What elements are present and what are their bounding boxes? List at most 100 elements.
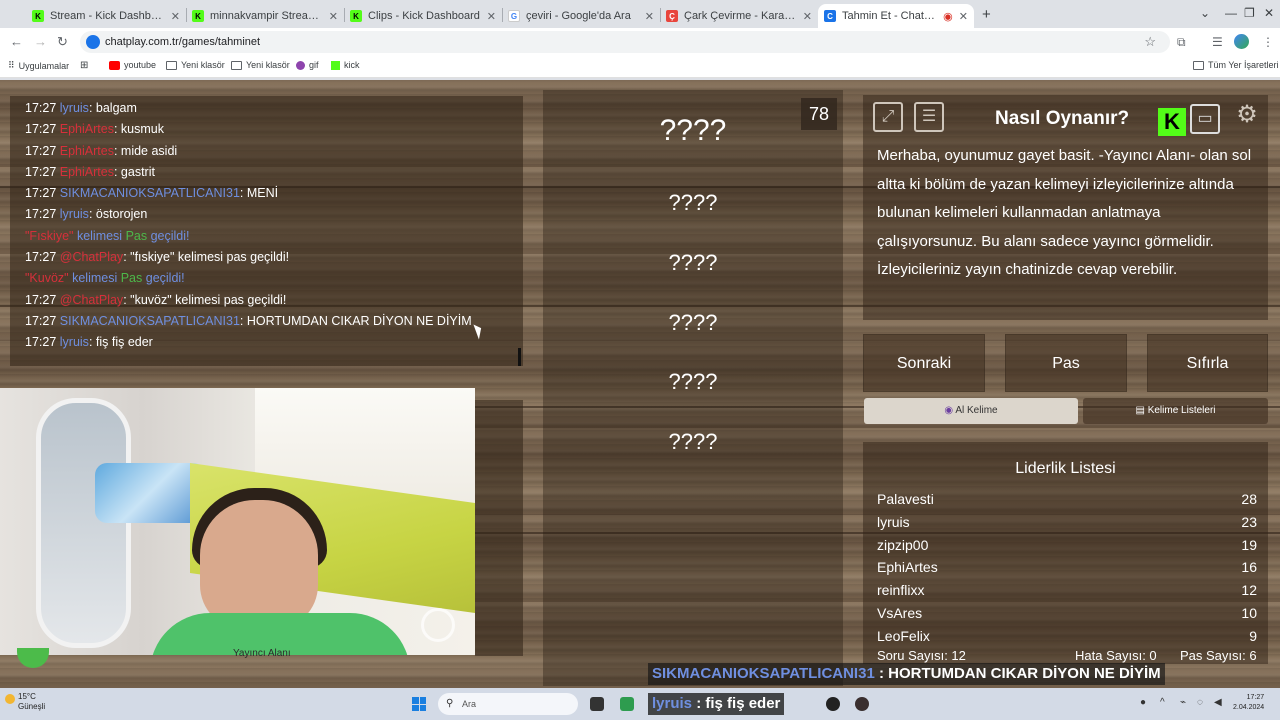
chat-text: : östorojen (88, 207, 148, 222)
profile-avatar[interactable] (1234, 34, 1249, 49)
system-text: geçildi! (147, 228, 190, 243)
system-clock[interactable]: 17:27 2.04.2024 (1233, 693, 1264, 713)
close-tab-icon[interactable]: ✕ (171, 10, 180, 23)
folder-bookmark-2[interactable]: Yeni klasör (231, 60, 290, 70)
menu-icon[interactable]: ⋮ (1262, 35, 1274, 49)
taskbar-chat-overlay: lyruis : fiş fiş eder (648, 693, 785, 715)
fullscreen-icon[interactable]: ⤢ (873, 102, 903, 132)
chat-username[interactable]: @ChatPlay (60, 250, 123, 264)
close-tab-icon[interactable]: ✕ (645, 10, 654, 23)
tab-title: Stream - Kick Dashboard (50, 10, 165, 22)
close-tab-icon[interactable]: ✕ (959, 10, 968, 23)
kick-bookmark[interactable]: kick (331, 60, 360, 70)
chat-username[interactable]: lyruis (60, 101, 89, 115)
chat-username[interactable]: lyruis (60, 207, 89, 221)
tray-chevron-icon[interactable]: ^ (1160, 697, 1165, 708)
gif-bookmark[interactable]: gif (296, 60, 319, 70)
wheel-favicon-icon: Ç (666, 10, 678, 22)
next-button[interactable]: Sonraki (863, 334, 985, 392)
pass-count: Pas Sayısı: 6 (1180, 648, 1257, 663)
word-lists-button[interactable]: ▤ Kelime Listeleri (1083, 398, 1268, 424)
folder-bookmark-1[interactable]: Yeni klasör (166, 60, 225, 70)
tab-kick-stream[interactable]: K minnakvampir Stream - Watch ✕ (186, 4, 344, 28)
windows-taskbar: 15°C Güneşli ⚲ Ara lyruis : fiş fiş eder… (0, 688, 1280, 720)
gif-icon (296, 60, 305, 70)
tab-google-search[interactable]: G çeviri - Google'da Ara ✕ (502, 4, 660, 28)
settings-gear-icon[interactable]: ⚙ (1232, 102, 1262, 132)
media-icon[interactable] (855, 697, 869, 711)
tab-search-icon[interactable]: ⌄ (1200, 6, 1210, 20)
back-icon[interactable]: ← (10, 34, 23, 49)
webcam-watermark-icon (421, 608, 455, 642)
clock-date: 2.04.2024 (1233, 704, 1265, 711)
restore-icon[interactable]: ❐ (1244, 6, 1255, 20)
url-field[interactable]: chatplay.com.tr/games/tahminet ☆ (80, 31, 1170, 53)
weather-sun-icon (5, 694, 15, 704)
tab-kick-dashboard[interactable]: K Stream - Kick Dashboard ✕ (26, 4, 186, 28)
reset-button[interactable]: Sıfırla (1147, 334, 1268, 392)
chat-username[interactable]: SIKMACANIOKSAPATLICANI31 (60, 186, 240, 200)
chat-username[interactable]: @ChatPlay (60, 293, 123, 307)
tab-wheel-spin[interactable]: Ç Çark Çevirme - Karar Çarkı! ✕ (660, 4, 818, 28)
new-tab-button[interactable]: + (982, 6, 991, 23)
site-info-icon[interactable] (86, 35, 100, 49)
grid-icon: ⊞ (80, 60, 89, 71)
youtube-bookmark[interactable]: youtube (109, 60, 156, 70)
kick-logo-icon[interactable]: K (1158, 108, 1186, 136)
weather-widget[interactable]: 15°C Güneşli (18, 692, 45, 712)
chat-scrollbar[interactable] (518, 348, 521, 366)
close-window-icon[interactable]: ✕ (1264, 6, 1274, 20)
obs-icon[interactable] (826, 697, 840, 711)
word-lists-label: Kelime Listeleri (1147, 405, 1216, 416)
bookmark-star-icon[interactable]: ☆ (1144, 34, 1156, 50)
kick-icon (331, 60, 340, 70)
close-tab-icon[interactable]: ✕ (803, 10, 812, 23)
minimize-icon[interactable]: — (1225, 6, 1237, 20)
tab-chatplay-active[interactable]: C Tahmin Et - ChatPlay ◉ ✕ (818, 4, 974, 28)
leaderboard-row: Palavesti 28 (877, 491, 1257, 513)
player-score: 16 (1241, 559, 1257, 575)
windows-start-icon[interactable] (412, 697, 426, 711)
tray-network-icon[interactable]: ◌ (1197, 697, 1203, 708)
question-count: Soru Sayısı: 12 (877, 648, 966, 663)
grid-bookmark[interactable]: ⊞ (80, 60, 88, 71)
player-name: zipzip00 (877, 537, 929, 553)
chat-username[interactable]: EphiArtes (60, 122, 114, 136)
chat-text: : balgam (88, 101, 137, 115)
ai-word-button[interactable]: ◉ Al Kelime (864, 398, 1078, 424)
tray-volume-icon[interactable]: ◀ (1214, 697, 1222, 708)
extensions-icon[interactable]: ⧉ (1177, 35, 1186, 50)
overlay-text: : fiş fiş eder (692, 695, 781, 712)
tab-title: Clips - Kick Dashboard (368, 10, 480, 22)
reload-icon[interactable]: ↻ (57, 34, 68, 50)
timer-counter: 78 (801, 98, 837, 130)
system-message: "Kuvöz" kelimesi Pas geçildi! (25, 268, 523, 289)
chat-username[interactable]: EphiArtes (60, 144, 114, 158)
chat-username[interactable]: EphiArtes (60, 165, 114, 179)
task-view-icon[interactable] (590, 697, 604, 711)
chat-message: 17:27 SIKMACANIOKSAPATLICANI31: MENİ (25, 183, 523, 204)
reading-list-icon[interactable]: ☰ (1212, 35, 1223, 49)
close-tab-icon[interactable]: ✕ (329, 10, 338, 23)
tab-title: Çark Çevirme - Karar Çarkı! (684, 10, 797, 22)
chat-time: 17:27 (25, 164, 57, 179)
pass-button[interactable]: Pas (1005, 334, 1127, 392)
tab-kick-clips[interactable]: K Clips - Kick Dashboard ✕ (344, 4, 502, 28)
tray-usb-icon[interactable]: ⌁ (1180, 697, 1186, 708)
taskbar-search-input[interactable]: ⚲ Ara (438, 693, 578, 715)
webcam-blanket (95, 463, 205, 523)
chat-text: : HORTUMDAN CIKAR DİYON NE DİYİM (239, 313, 472, 328)
forward-icon[interactable]: → (34, 34, 47, 49)
screen-icon[interactable]: ▭ (1190, 104, 1220, 134)
tray-app-icon[interactable]: ● (1140, 697, 1146, 708)
bookmark-label: Tüm Yer İşaretleri (1208, 60, 1279, 70)
chat-text: : fiş fiş eder (88, 335, 153, 350)
chat-time: 17:27 (25, 101, 57, 115)
chat-username[interactable]: lyruis (60, 335, 89, 349)
app-icon[interactable] (620, 697, 634, 711)
apps-bookmark[interactable]: ⠿ Uygulamalar (8, 60, 69, 71)
chat-username[interactable]: SIKMACANIOKSAPATLICANI31 (60, 314, 240, 328)
close-tab-icon[interactable]: ✕ (487, 10, 496, 23)
notes-icon[interactable]: ☰ (914, 102, 944, 132)
all-bookmarks[interactable]: Tüm Yer İşaretleri (1193, 60, 1279, 70)
